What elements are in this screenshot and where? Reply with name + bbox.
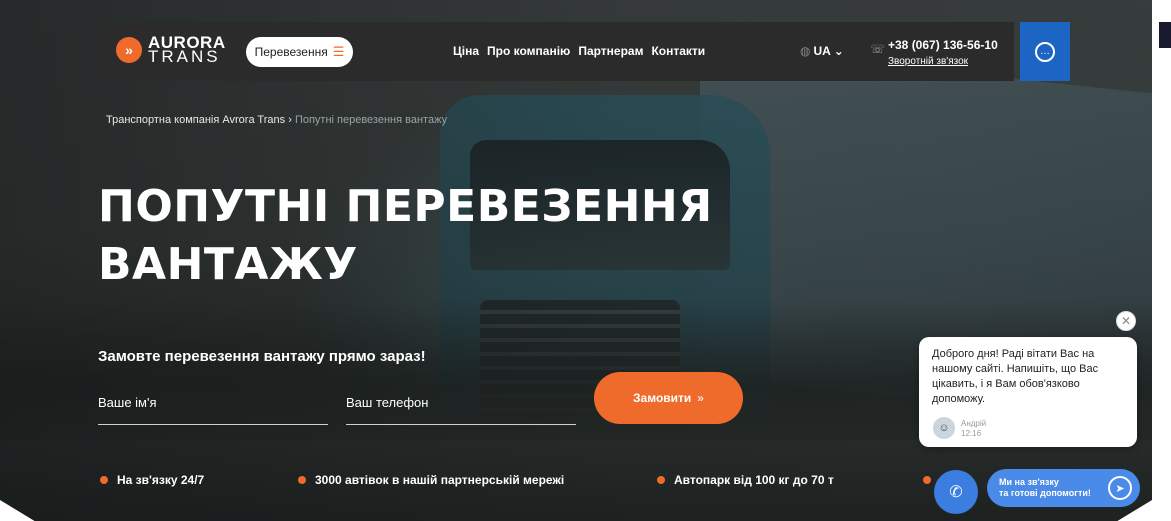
telegram-button[interactable]: Ми на зв'язку та готові допомогти! ➤: [987, 469, 1140, 507]
chat-popup: Доброго дня! Раді вітати Вас на нашому с…: [919, 337, 1137, 447]
phone-icon: ☏: [870, 42, 886, 56]
logo-text: AURORA TRANS: [148, 34, 226, 66]
globe-icon: ◍: [800, 44, 811, 58]
feature-text: Автопарк від 100 кг до 70 т: [674, 473, 834, 487]
name-placeholder: Ваше ім'я: [98, 395, 157, 410]
agent-name: Андрій: [961, 419, 987, 428]
logo-line2: TRANS: [148, 47, 221, 66]
bullet-dot-icon: [923, 476, 931, 484]
telegram-icon: ➤: [1108, 476, 1132, 500]
breadcrumb-separator: ›: [288, 114, 292, 126]
header-phone[interactable]: +38 (067) 136-56-10: [888, 38, 998, 52]
phone-icon: ✆: [949, 484, 963, 501]
order-button-label: Замовити: [633, 391, 692, 405]
phone-input[interactable]: Ваш телефон: [346, 395, 576, 425]
agent-info: Андрій 12:16: [961, 419, 986, 439]
breadcrumb-home[interactable]: Транспортна компанія Avrora Trans: [106, 114, 285, 126]
order-button[interactable]: Замовити »: [594, 372, 743, 424]
feature-item: 3000 автівок в нашій партнерській мережі: [298, 473, 564, 487]
nav-price[interactable]: Ціна: [453, 44, 479, 58]
feature-text: На зв'язку 24/7: [117, 473, 205, 487]
language-selector[interactable]: ◍ UA ⌄: [800, 44, 844, 58]
callback-link[interactable]: Зворотній зв'язок: [888, 56, 968, 67]
logo-arrows-icon: »: [116, 37, 142, 63]
telegram-text: Ми на зв'язку та готові допомогти!: [999, 477, 1091, 499]
telegram-line2: та готові допомогти!: [999, 488, 1091, 498]
chat-close-button[interactable]: ✕: [1116, 311, 1136, 331]
breadcrumb-current: Попутні перевезення вантажу: [294, 114, 448, 126]
agent-time: 12:16: [961, 429, 982, 438]
chat-button[interactable]: …: [1020, 22, 1070, 81]
bullet-dot-icon: [100, 476, 108, 484]
site-header: » AURORA TRANS Перевезення ☰ Ціна Про ко…: [98, 22, 1014, 81]
telegram-line1: Ми на зв'язку: [999, 477, 1059, 487]
language-code: UA: [813, 44, 831, 58]
features-bar: На зв'язку 24/7 3000 автівок в нашій пар…: [100, 473, 1000, 489]
services-menu-button[interactable]: Перевезення ☰: [246, 37, 353, 67]
nav-partners[interactable]: Партнерам: [578, 44, 643, 58]
chat-message: Доброго дня! Раді вітати Вас на нашому с…: [932, 348, 1099, 405]
phone-placeholder: Ваш телефон: [346, 395, 429, 410]
nav-about[interactable]: Про компанію: [487, 44, 570, 58]
nav-contacts[interactable]: Контакти: [651, 44, 705, 58]
burger-icon: ☰: [332, 44, 345, 59]
feature-item: На зв'язку 24/7: [100, 473, 204, 487]
call-button[interactable]: ✆: [934, 470, 978, 514]
agent-avatar: ☺: [933, 417, 955, 439]
hero-section: » AURORA TRANS Перевезення ☰ Ціна Про ко…: [0, 0, 1152, 521]
page-title-line2: ВАНТАЖУ: [98, 239, 358, 290]
double-chevron-right-icon: »: [697, 391, 704, 405]
chat-icon: …: [1035, 41, 1055, 62]
feature-item: Автопарк від 100 кг до 70 т: [657, 473, 834, 487]
breadcrumb: Транспортна компанія Avrora Trans › Попу…: [106, 114, 447, 126]
main-nav: Ціна Про компанію Партнерам Контакти: [453, 44, 705, 58]
bullet-dot-icon: [657, 476, 665, 484]
page-edge-strip: [1159, 22, 1171, 48]
chevron-down-icon: ⌄: [833, 44, 844, 58]
bullet-dot-icon: [298, 476, 306, 484]
page-title-line1: ПОПУТНІ ПЕРЕВЕЗЕННЯ: [98, 181, 713, 232]
feature-text: 3000 автівок в нашій партнерській мережі: [315, 473, 565, 487]
name-input[interactable]: Ваше ім'я: [98, 395, 328, 425]
logo[interactable]: » AURORA TRANS: [116, 34, 226, 66]
page-title: ПОПУТНІ ПЕРЕВЕЗЕННЯ ВАНТАЖУ: [98, 178, 713, 294]
services-label: Перевезення: [254, 45, 328, 59]
order-form-heading: Замовте перевезення вантажу прямо зараз!: [98, 348, 426, 365]
